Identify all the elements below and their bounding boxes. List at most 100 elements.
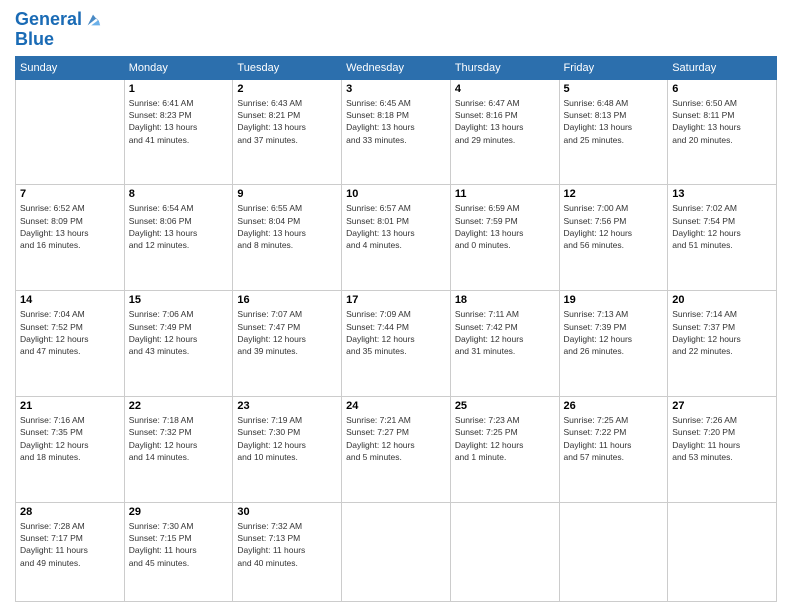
calendar-cell: 4 Sunrise: 6:47 AM Sunset: 8:16 PM Daylig… (450, 79, 559, 185)
calendar-cell (668, 502, 777, 601)
day-number: 3 (346, 83, 446, 95)
calendar-cell: 29 Sunrise: 7:30 AM Sunset: 7:15 PM Dayli… (124, 502, 233, 601)
day-info: Sunrise: 7:00 AM Sunset: 7:56 PM Dayligh… (564, 202, 664, 251)
calendar-cell: 9 Sunrise: 6:55 AM Sunset: 8:04 PM Daylig… (233, 185, 342, 291)
day-number: 2 (237, 83, 337, 95)
day-info: Sunrise: 7:19 AM Sunset: 7:30 PM Dayligh… (237, 414, 337, 463)
day-info: Sunrise: 7:02 AM Sunset: 7:54 PM Dayligh… (672, 202, 772, 251)
calendar-cell: 21 Sunrise: 7:16 AM Sunset: 7:35 PM Dayli… (16, 397, 125, 503)
calendar-cell: 10 Sunrise: 6:57 AM Sunset: 8:01 PM Dayli… (342, 185, 451, 291)
calendar-cell: 22 Sunrise: 7:18 AM Sunset: 7:32 PM Dayli… (124, 397, 233, 503)
header: General Blue (15, 10, 777, 50)
day-info: Sunrise: 6:50 AM Sunset: 8:11 PM Dayligh… (672, 97, 772, 146)
day-number: 27 (672, 400, 772, 412)
day-number: 7 (20, 188, 120, 200)
day-info: Sunrise: 7:23 AM Sunset: 7:25 PM Dayligh… (455, 414, 555, 463)
day-number: 16 (237, 294, 337, 306)
day-number: 22 (129, 400, 229, 412)
day-info: Sunrise: 7:26 AM Sunset: 7:20 PM Dayligh… (672, 414, 772, 463)
day-info: Sunrise: 6:59 AM Sunset: 7:59 PM Dayligh… (455, 202, 555, 251)
day-number: 8 (129, 188, 229, 200)
day-number: 21 (20, 400, 120, 412)
week-row-3: 14Sunrise: 7:04 AM Sunset: 7:52 PM Dayli… (16, 291, 777, 397)
day-number: 19 (564, 294, 664, 306)
day-info: Sunrise: 6:43 AM Sunset: 8:21 PM Dayligh… (237, 97, 337, 146)
calendar-cell (450, 502, 559, 601)
day-info: Sunrise: 7:21 AM Sunset: 7:27 PM Dayligh… (346, 414, 446, 463)
calendar-table: SundayMondayTuesdayWednesdayThursdayFrid… (15, 56, 777, 602)
calendar-cell: 7 Sunrise: 6:52 AM Sunset: 8:09 PM Daylig… (16, 185, 125, 291)
day-number: 9 (237, 188, 337, 200)
day-info: Sunrise: 6:52 AM Sunset: 8:09 PM Dayligh… (20, 202, 120, 251)
week-row-1: 1 Sunrise: 6:41 AM Sunset: 8:23 PM Daylig… (16, 79, 777, 185)
calendar-cell: 16 Sunrise: 7:07 AM Sunset: 7:47 PM Dayli… (233, 291, 342, 397)
day-info: Sunrise: 6:41 AM Sunset: 8:23 PM Dayligh… (129, 97, 229, 146)
day-info: Sunrise: 7:13 AM Sunset: 7:39 PM Dayligh… (564, 308, 664, 357)
calendar-cell (16, 79, 125, 185)
day-info: Sunrise: 6:54 AM Sunset: 8:06 PM Dayligh… (129, 202, 229, 251)
day-number: 5 (564, 83, 664, 95)
weekday-header-wednesday: Wednesday (342, 56, 451, 79)
weekday-header-row: SundayMondayTuesdayWednesdayThursdayFrid… (16, 56, 777, 79)
day-number: 23 (237, 400, 337, 412)
weekday-header-tuesday: Tuesday (233, 56, 342, 79)
weekday-header-saturday: Saturday (668, 56, 777, 79)
week-row-2: 7 Sunrise: 6:52 AM Sunset: 8:09 PM Daylig… (16, 185, 777, 291)
calendar-cell: 23 Sunrise: 7:19 AM Sunset: 7:30 PM Dayli… (233, 397, 342, 503)
weekday-header-monday: Monday (124, 56, 233, 79)
day-info: Sunrise: 6:55 AM Sunset: 8:04 PM Dayligh… (237, 202, 337, 251)
calendar-cell: 14Sunrise: 7:04 AM Sunset: 7:52 PM Dayli… (16, 291, 125, 397)
day-number: 12 (564, 188, 664, 200)
day-info: Sunrise: 7:11 AM Sunset: 7:42 PM Dayligh… (455, 308, 555, 357)
calendar-cell: 24 Sunrise: 7:21 AM Sunset: 7:27 PM Dayli… (342, 397, 451, 503)
calendar-cell: 19 Sunrise: 7:13 AM Sunset: 7:39 PM Dayli… (559, 291, 668, 397)
calendar-cell (342, 502, 451, 601)
day-number: 29 (129, 506, 229, 518)
day-number: 4 (455, 83, 555, 95)
day-info: Sunrise: 7:30 AM Sunset: 7:15 PM Dayligh… (129, 520, 229, 569)
calendar-cell: 6 Sunrise: 6:50 AM Sunset: 8:11 PM Daylig… (668, 79, 777, 185)
day-info: Sunrise: 7:06 AM Sunset: 7:49 PM Dayligh… (129, 308, 229, 357)
day-number: 1 (129, 83, 229, 95)
day-info: Sunrise: 6:47 AM Sunset: 8:16 PM Dayligh… (455, 97, 555, 146)
logo-blue: Blue (15, 30, 102, 50)
calendar-cell: 5Sunrise: 6:48 AM Sunset: 8:13 PM Daylig… (559, 79, 668, 185)
calendar-cell: 13Sunrise: 7:02 AM Sunset: 7:54 PM Dayli… (668, 185, 777, 291)
week-row-4: 21 Sunrise: 7:16 AM Sunset: 7:35 PM Dayli… (16, 397, 777, 503)
day-number: 20 (672, 294, 772, 306)
day-number: 11 (455, 188, 555, 200)
logo: General Blue (15, 10, 102, 50)
week-row-5: 28Sunrise: 7:28 AM Sunset: 7:17 PM Dayli… (16, 502, 777, 601)
day-info: Sunrise: 7:18 AM Sunset: 7:32 PM Dayligh… (129, 414, 229, 463)
page: General Blue SundayMondayTuesdayWednesda… (0, 0, 792, 612)
day-info: Sunrise: 7:09 AM Sunset: 7:44 PM Dayligh… (346, 308, 446, 357)
calendar-cell: 15Sunrise: 7:06 AM Sunset: 7:49 PM Dayli… (124, 291, 233, 397)
weekday-header-thursday: Thursday (450, 56, 559, 79)
day-number: 18 (455, 294, 555, 306)
day-number: 14 (20, 294, 120, 306)
day-info: Sunrise: 7:25 AM Sunset: 7:22 PM Dayligh… (564, 414, 664, 463)
calendar-cell: 1 Sunrise: 6:41 AM Sunset: 8:23 PM Daylig… (124, 79, 233, 185)
day-number: 6 (672, 83, 772, 95)
calendar-cell: 2 Sunrise: 6:43 AM Sunset: 8:21 PM Daylig… (233, 79, 342, 185)
day-info: Sunrise: 6:57 AM Sunset: 8:01 PM Dayligh… (346, 202, 446, 251)
day-info: Sunrise: 6:45 AM Sunset: 8:18 PM Dayligh… (346, 97, 446, 146)
day-number: 10 (346, 188, 446, 200)
calendar-cell: 8 Sunrise: 6:54 AM Sunset: 8:06 PM Daylig… (124, 185, 233, 291)
logo-general: General (15, 10, 82, 30)
weekday-header-sunday: Sunday (16, 56, 125, 79)
day-number: 24 (346, 400, 446, 412)
day-number: 25 (455, 400, 555, 412)
day-number: 28 (20, 506, 120, 518)
day-number: 30 (237, 506, 337, 518)
day-info: Sunrise: 7:07 AM Sunset: 7:47 PM Dayligh… (237, 308, 337, 357)
calendar-cell: 3 Sunrise: 6:45 AM Sunset: 8:18 PM Daylig… (342, 79, 451, 185)
calendar-cell: 27 Sunrise: 7:26 AM Sunset: 7:20 PM Dayli… (668, 397, 777, 503)
logo-icon (84, 11, 102, 29)
day-info: Sunrise: 7:16 AM Sunset: 7:35 PM Dayligh… (20, 414, 120, 463)
calendar-cell: 20 Sunrise: 7:14 AM Sunset: 7:37 PM Dayli… (668, 291, 777, 397)
calendar-cell: 26Sunrise: 7:25 AM Sunset: 7:22 PM Dayli… (559, 397, 668, 503)
day-info: Sunrise: 7:14 AM Sunset: 7:37 PM Dayligh… (672, 308, 772, 357)
weekday-header-friday: Friday (559, 56, 668, 79)
calendar-cell: 17Sunrise: 7:09 AM Sunset: 7:44 PM Dayli… (342, 291, 451, 397)
